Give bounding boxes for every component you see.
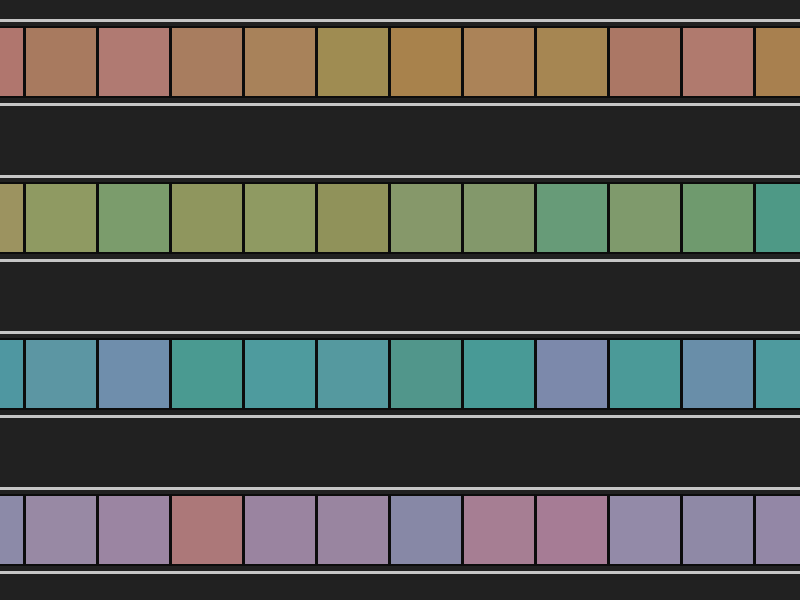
- color-tile[interactable]: [0, 28, 23, 96]
- color-tile[interactable]: [537, 184, 607, 252]
- color-tile[interactable]: [172, 28, 242, 96]
- row-2: [0, 175, 800, 263]
- row-top-rail: [0, 19, 800, 22]
- row-bottom-rail: [0, 415, 800, 418]
- color-tile[interactable]: [610, 496, 680, 564]
- color-tile[interactable]: [391, 184, 461, 252]
- color-tile[interactable]: [391, 28, 461, 96]
- color-tile[interactable]: [172, 184, 242, 252]
- color-tile[interactable]: [0, 496, 23, 564]
- color-tile[interactable]: [99, 340, 169, 408]
- color-tile[interactable]: [683, 28, 753, 96]
- color-tile[interactable]: [26, 28, 96, 96]
- color-tile[interactable]: [537, 340, 607, 408]
- color-tile[interactable]: [464, 184, 534, 252]
- color-tile[interactable]: [610, 340, 680, 408]
- color-tile[interactable]: [464, 28, 534, 96]
- color-tile[interactable]: [245, 340, 315, 408]
- color-tile[interactable]: [464, 496, 534, 564]
- row-4: [0, 487, 800, 575]
- color-tile[interactable]: [172, 340, 242, 408]
- color-tile[interactable]: [610, 28, 680, 96]
- row-bottom-rail: [0, 103, 800, 106]
- tile-track: [0, 182, 800, 254]
- color-tile[interactable]: [172, 496, 242, 564]
- color-grid-board: [0, 0, 800, 600]
- color-tile[interactable]: [537, 28, 607, 96]
- color-tile[interactable]: [26, 184, 96, 252]
- color-tile[interactable]: [26, 496, 96, 564]
- color-tile[interactable]: [610, 184, 680, 252]
- color-tile[interactable]: [99, 28, 169, 96]
- color-tile[interactable]: [318, 28, 388, 96]
- row-top-rail: [0, 331, 800, 334]
- color-tile[interactable]: [391, 496, 461, 564]
- row-bottom-rail: [0, 571, 800, 574]
- row-top-rail: [0, 487, 800, 490]
- row-1: [0, 19, 800, 107]
- color-tile[interactable]: [391, 340, 461, 408]
- row-bottom-rail: [0, 259, 800, 262]
- color-tile[interactable]: [683, 496, 753, 564]
- color-tile[interactable]: [756, 28, 800, 96]
- row-3: [0, 331, 800, 419]
- color-tile[interactable]: [245, 184, 315, 252]
- color-tile[interactable]: [464, 340, 534, 408]
- color-tile[interactable]: [683, 340, 753, 408]
- color-tile[interactable]: [683, 184, 753, 252]
- color-tile[interactable]: [756, 340, 800, 408]
- color-tile[interactable]: [26, 340, 96, 408]
- color-tile[interactable]: [245, 28, 315, 96]
- tile-track: [0, 494, 800, 566]
- tile-track: [0, 338, 800, 410]
- color-tile[interactable]: [99, 184, 169, 252]
- color-tile[interactable]: [318, 340, 388, 408]
- color-tile[interactable]: [537, 496, 607, 564]
- color-tile[interactable]: [756, 184, 800, 252]
- color-tile[interactable]: [318, 496, 388, 564]
- row-top-rail: [0, 175, 800, 178]
- color-tile[interactable]: [0, 340, 23, 408]
- color-tile[interactable]: [0, 184, 23, 252]
- color-tile[interactable]: [245, 496, 315, 564]
- color-tile[interactable]: [756, 496, 800, 564]
- color-tile[interactable]: [99, 496, 169, 564]
- tile-track: [0, 26, 800, 98]
- color-tile[interactable]: [318, 184, 388, 252]
